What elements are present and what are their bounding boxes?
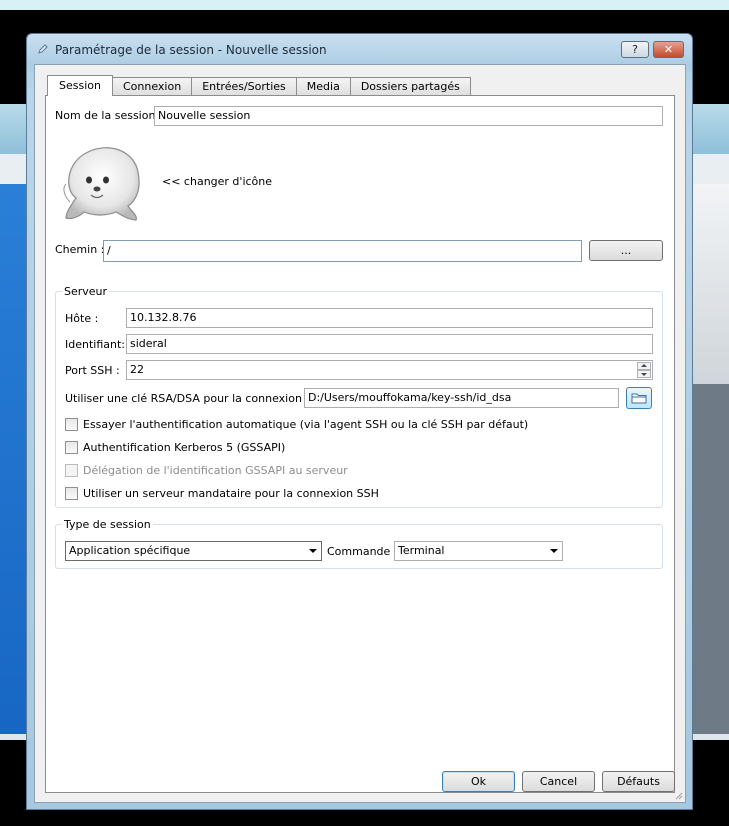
session-type-group: Type de session Application spécifique C… <box>55 518 663 569</box>
ssh-key-label: Utiliser une clé RSA/DSA pour la connexi… <box>65 392 335 405</box>
browse-key-button[interactable] <box>626 387 652 409</box>
tab-bar: Session Connexion Entrées/Sorties Media … <box>47 75 471 96</box>
command-select[interactable]: Terminal <box>394 541 563 561</box>
pencil-icon <box>37 43 49 55</box>
command-value: Terminal <box>398 544 445 557</box>
proxy-checkbox[interactable] <box>65 487 78 500</box>
session-name-input[interactable]: Nouvelle session <box>154 106 663 126</box>
change-icon-link[interactable]: << changer d'icône <box>162 175 272 188</box>
browse-path-button[interactable]: ... <box>589 240 663 261</box>
desktop-top <box>0 0 729 10</box>
spin-down-icon[interactable] <box>637 370 651 378</box>
tab-session[interactable]: Session <box>47 75 113 96</box>
gssapi-delegation-checkbox <box>65 464 78 477</box>
ssh-key-input[interactable]: D:/Users/mouffokama/key-ssh/id_dsa <box>304 388 619 408</box>
close-button[interactable]: ✕ <box>653 41 684 58</box>
spin-up-icon[interactable] <box>637 362 651 370</box>
kerberos-checkbox[interactable] <box>65 441 78 454</box>
tab-dossiers-partages[interactable]: Dossiers partagés <box>349 77 471 96</box>
host-input[interactable]: 10.132.8.76 <box>126 308 653 328</box>
dialog-client-area: Session Connexion Entrées/Sorties Media … <box>34 64 686 803</box>
cancel-button[interactable]: Cancel <box>522 771 595 792</box>
ssh-port-input[interactable]: 22 <box>126 360 653 380</box>
tab-media[interactable]: Media <box>295 77 351 96</box>
session-type-group-title: Type de session <box>62 518 153 531</box>
help-button[interactable]: ? <box>621 41 649 58</box>
folder-icon <box>631 393 647 404</box>
auto-auth-checkbox[interactable] <box>65 418 78 431</box>
chevron-down-icon <box>309 549 317 553</box>
proxy-label: Utiliser un serveur mandataire pour la c… <box>83 487 379 500</box>
port-spinner[interactable] <box>637 362 651 378</box>
chevron-down-icon <box>550 549 558 553</box>
tab-connexion[interactable]: Connexion <box>111 77 193 96</box>
resize-grip-icon[interactable] <box>673 790 683 800</box>
title-bar[interactable]: Paramétrage de la session - Nouvelle ses… <box>27 34 692 64</box>
tab-entrees-sorties[interactable]: Entrées/Sorties <box>191 77 297 96</box>
auto-auth-label: Essayer l'authentification automatique (… <box>83 418 529 431</box>
background-right-panel-top <box>692 184 729 384</box>
ok-button[interactable]: Ok <box>442 771 515 792</box>
session-type-select[interactable]: Application spécifique <box>65 541 322 561</box>
ssh-port-label: Port SSH : <box>65 364 120 377</box>
server-group: Serveur Hôte : 10.132.8.76 Identifiant: … <box>55 285 663 508</box>
username-label: Identifiant: <box>65 338 125 351</box>
server-group-title: Serveur <box>62 285 110 298</box>
session-tab-panel: Nom de la session : Nouvelle session << … <box>45 95 675 793</box>
session-type-value: Application spécifique <box>69 544 191 557</box>
username-input[interactable]: sideral <box>126 334 653 354</box>
gssapi-delegation-label: Délégation de l'identification GSSAPI au… <box>83 464 348 477</box>
path-input[interactable]: / <box>103 240 582 262</box>
defaults-button[interactable]: Défauts <box>602 771 675 792</box>
ssh-port-value: 22 <box>130 363 144 376</box>
session-seal-icon[interactable] <box>58 140 150 222</box>
host-label: Hôte : <box>65 312 99 325</box>
command-label: Commande : <box>327 545 398 558</box>
window-title: Paramétrage de la session - Nouvelle ses… <box>55 43 327 57</box>
session-name-label: Nom de la session : <box>55 109 163 122</box>
path-label: Chemin : <box>55 243 105 256</box>
session-settings-dialog: Paramétrage de la session - Nouvelle ses… <box>26 33 693 810</box>
kerberos-label: Authentification Kerberos 5 (GSSAPI) <box>83 441 286 454</box>
